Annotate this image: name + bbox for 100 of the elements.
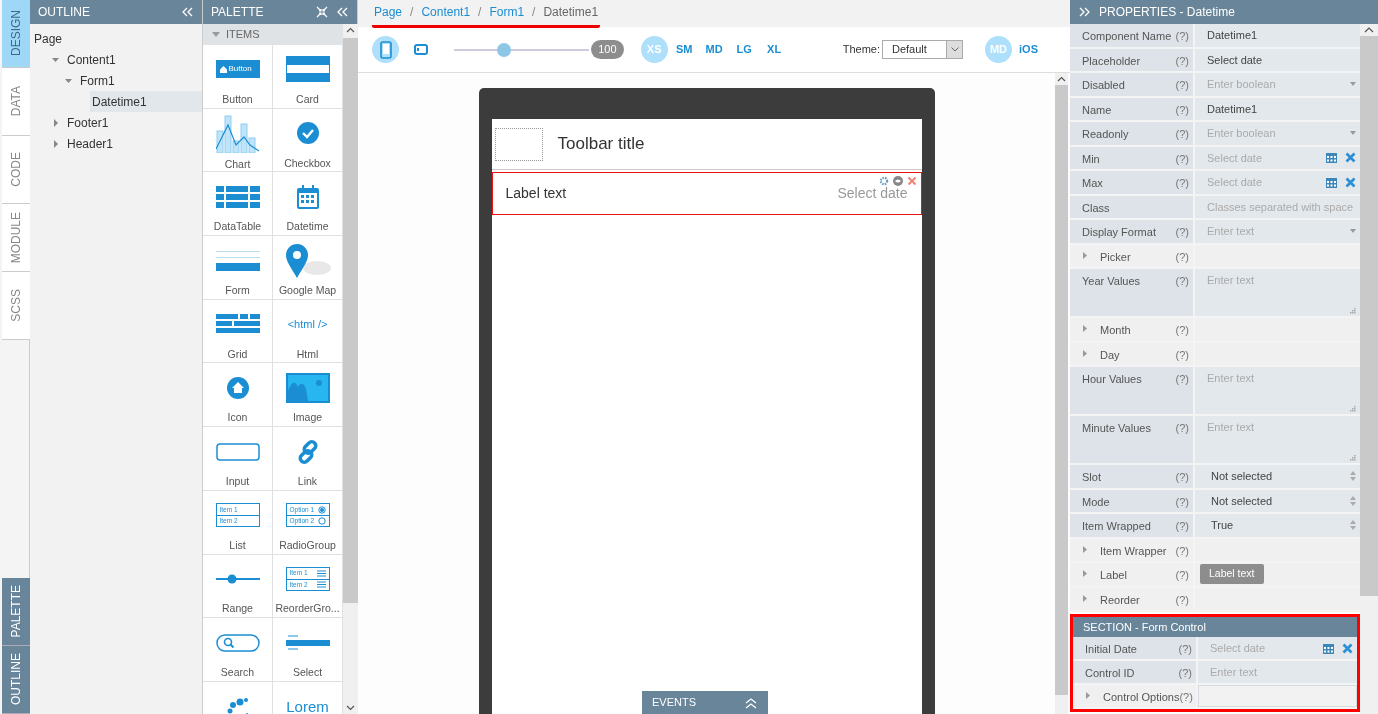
side-tab[interactable]: CODE (2, 136, 30, 204)
breakpoint-button[interactable]: MD (700, 36, 728, 63)
help-icon[interactable]: (?) (1175, 469, 1189, 488)
help-icon[interactable]: (?) (1178, 641, 1192, 659)
help-icon[interactable]: (?) (1178, 665, 1192, 683)
palette-item-label[interactable]: Button (222, 91, 253, 108)
caret-icon[interactable] (212, 31, 220, 38)
breadcrumb-link[interactable]: Page (374, 3, 403, 21)
help-icon[interactable]: (?) (1179, 689, 1193, 707)
tablet-icon[interactable] (413, 44, 428, 55)
side-tab[interactable]: PALETTE (2, 578, 30, 646)
zoom-slider[interactable] (454, 41, 589, 58)
sort-arrows-icon[interactable] (1350, 495, 1356, 506)
gear-icon[interactable] (878, 176, 889, 186)
palette-item-label[interactable]: Card (296, 91, 319, 108)
help-icon[interactable]: (?) (1175, 273, 1189, 316)
palette-item-label[interactable]: Image (292, 410, 323, 427)
palette-item-label[interactable]: ReorderGro... (275, 601, 340, 618)
tree-item[interactable]: Datetime1 (90, 91, 202, 112)
tree-item[interactable]: Content1 (30, 49, 202, 70)
palette-item-label[interactable]: Input (225, 474, 250, 490)
tree-item[interactable]: Form1 (30, 70, 202, 91)
compress-icon[interactable] (316, 6, 328, 18)
resize-handle-icon[interactable] (1350, 406, 1356, 412)
palette-item-label[interactable]: Icon (227, 410, 248, 427)
palette-item-label[interactable]: Range (222, 601, 253, 618)
datetime-item[interactable]: Label text Select date (491, 172, 922, 215)
eye-icon[interactable] (892, 176, 903, 186)
help-icon[interactable]: (?) (1175, 77, 1189, 96)
palette-item-label[interactable]: DataTable (213, 219, 262, 236)
palette-item-label[interactable]: Google Map (278, 283, 337, 299)
sort-arrows-icon[interactable] (1350, 471, 1356, 482)
palette-item-label[interactable]: Grid (227, 346, 248, 363)
help-icon[interactable]: (?) (1175, 52, 1189, 71)
collapse-icon[interactable] (181, 6, 194, 18)
phone-icon[interactable] (379, 40, 392, 59)
side-tab[interactable]: DESIGN (2, 0, 30, 68)
help-icon[interactable]: (?) (1175, 420, 1189, 463)
help-icon[interactable]: (?) (1175, 101, 1189, 120)
help-icon[interactable]: (?) (1175, 322, 1189, 341)
collapse-icon[interactable] (336, 6, 349, 18)
palette-item-label[interactable]: RadioGroup (279, 537, 336, 554)
dropdown-icon[interactable] (1350, 229, 1356, 234)
help-icon[interactable]: (?) (1175, 346, 1189, 365)
help-icon[interactable]: (?) (1175, 248, 1189, 267)
palette-item-label[interactable]: Checkbox (284, 155, 331, 172)
side-tab[interactable]: DATA (2, 68, 30, 136)
resize-handle-icon[interactable] (1350, 308, 1356, 314)
clear-icon[interactable] (1345, 176, 1356, 188)
slider-thumb[interactable] (496, 42, 511, 57)
palette-item-label[interactable]: Chart (224, 156, 251, 173)
breadcrumb-link[interactable]: Content1 (421, 3, 471, 21)
platform-button[interactable]: iOS (1015, 36, 1042, 63)
section-header[interactable]: ITEMS (203, 24, 343, 45)
sort-arrows-icon[interactable] (1350, 520, 1356, 531)
label-chip[interactable]: Label text (1200, 564, 1264, 585)
help-icon[interactable]: (?) (1175, 567, 1189, 586)
scrollbar-thumb[interactable] (1360, 36, 1378, 596)
tree-item[interactable]: Footer1 (30, 112, 202, 133)
clear-icon[interactable] (1345, 152, 1356, 164)
expand-icon[interactable] (1078, 6, 1091, 18)
tree-item[interactable]: Header1 (30, 133, 202, 154)
property-select[interactable]: True (1211, 517, 1234, 534)
help-icon[interactable]: (?) (1175, 126, 1189, 145)
help-icon[interactable]: (?) (1175, 28, 1189, 47)
scrollbar-thumb[interactable] (1055, 85, 1068, 695)
palette-item-label[interactable]: List (229, 537, 246, 554)
palette-item-label[interactable]: Select (292, 665, 323, 681)
help-icon[interactable]: (?) (1175, 150, 1189, 169)
calendar-icon[interactable] (1326, 152, 1337, 164)
clear-icon[interactable] (1342, 642, 1353, 654)
tree-item[interactable]: Page (30, 28, 202, 49)
breakpoint-button[interactable]: LG (730, 36, 758, 63)
help-icon[interactable]: (?) (1175, 591, 1189, 610)
help-icon[interactable]: (?) (1175, 371, 1189, 414)
help-icon[interactable]: (?) (1175, 175, 1189, 194)
theme-select[interactable]: Default (882, 40, 963, 59)
help-icon[interactable]: (?) (1175, 224, 1189, 243)
help-icon[interactable]: (?) (1175, 518, 1189, 537)
side-tab[interactable]: MODULE (2, 204, 30, 272)
palette-item-label[interactable]: Datetime (286, 219, 329, 236)
breadcrumb-link[interactable]: Form1 (489, 3, 525, 21)
help-icon[interactable]: (?) (1175, 493, 1189, 512)
palette-item-label[interactable]: Search (220, 665, 255, 681)
calendar-icon[interactable] (1326, 176, 1337, 188)
breakpoint-button[interactable]: SM (670, 36, 698, 63)
phone-button[interactable] (372, 36, 399, 63)
side-tab[interactable]: OUTLINE (2, 646, 30, 714)
calendar-icon[interactable] (1323, 642, 1334, 654)
dropdown-icon[interactable] (1350, 82, 1356, 87)
palette-item-label[interactable]: Link (297, 474, 318, 490)
side-tab[interactable]: SCSS (2, 272, 30, 340)
breakpoint-button[interactable]: XL (760, 36, 788, 63)
resize-handle-icon[interactable] (1350, 455, 1356, 461)
dropdown-icon[interactable] (950, 47, 959, 52)
palette-item-label[interactable]: Html (296, 346, 319, 363)
scrollbar-thumb[interactable] (343, 38, 358, 603)
close-icon[interactable] (906, 176, 917, 186)
events-panel[interactable]: EVENTS (642, 691, 768, 714)
expand-icon[interactable] (744, 696, 758, 709)
